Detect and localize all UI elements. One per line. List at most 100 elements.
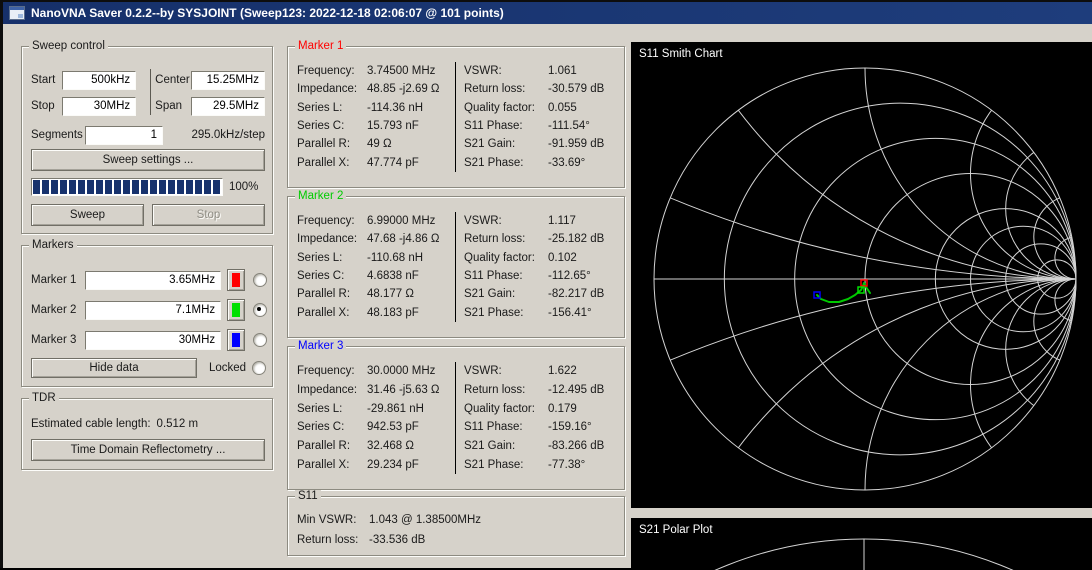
detail-label: Parallel X:: [297, 307, 367, 319]
marker1-frequency-input[interactable]: [85, 271, 221, 290]
detail-label: Parallel R:: [297, 288, 367, 300]
segments-input[interactable]: [85, 126, 163, 145]
marker1-color-button[interactable]: [227, 269, 245, 291]
detail-label: S11 Phase:: [464, 120, 548, 132]
center-input[interactable]: [191, 71, 265, 90]
marker1-select-radio[interactable]: [253, 273, 267, 287]
marker2-label: Marker 2: [31, 304, 85, 316]
marker3-select-radio[interactable]: [253, 333, 267, 347]
detail-value: 0.179: [548, 403, 577, 415]
detail-row: Series L:-110.68 nH: [297, 249, 455, 267]
marker3-color-swatch: [232, 333, 240, 347]
cable-length-label: Estimated cable length:: [31, 418, 151, 430]
s11-summary-title: S11: [295, 490, 321, 502]
stop-input[interactable]: [62, 97, 136, 116]
detail-row: Series C:4.6838 nF: [297, 267, 455, 285]
span-input[interactable]: [191, 97, 265, 116]
marker2-detail-title: Marker 2: [295, 190, 346, 202]
marker3-label: Marker 3: [31, 334, 85, 346]
detail-value: 942.53 pF: [367, 421, 419, 433]
segments-label: Segments: [31, 129, 85, 141]
smith-chart-title: S11 Smith Chart: [639, 48, 723, 60]
detail-value: -77.38°: [548, 459, 585, 471]
detail-label: Series L:: [297, 403, 367, 415]
detail-value: 48.183 pF: [367, 307, 419, 319]
locked-checkbox[interactable]: [252, 361, 266, 375]
sweep-settings-button[interactable]: Sweep settings ...: [31, 149, 265, 171]
marker2-detail-right-column: VSWR:1.117Return loss:-25.182 dBQuality …: [455, 212, 624, 322]
detail-label: Impedance:: [297, 384, 367, 396]
detail-row: Return loss:-12.495 dB: [464, 381, 624, 400]
detail-row: Quality factor:0.055: [464, 99, 624, 117]
polar-plot-title: S21 Polar Plot: [639, 524, 713, 536]
detail-label: Parallel R:: [297, 440, 367, 452]
detail-label: Return loss:: [464, 233, 548, 245]
stop-label: Stop: [31, 100, 62, 112]
detail-label: S21 Gain:: [464, 440, 548, 452]
marker3-detail-left-column: Frequency:30.0000 MHzImpedance:31.46 -j5…: [297, 362, 455, 474]
marker3-frequency-input[interactable]: [85, 331, 221, 350]
detail-value: 30.0000 MHz: [367, 365, 435, 377]
detail-row: S21 Gain:-82.217 dB: [464, 285, 624, 303]
detail-value: -91.959 dB: [548, 138, 604, 150]
detail-row: Series L:-114.36 nH: [297, 99, 455, 117]
s11-return-loss-value: -33.536 dB: [369, 534, 425, 546]
tdr-group: TDR Estimated cable length: 0.512 m Time…: [21, 398, 273, 470]
detail-row: VSWR:1.622: [464, 362, 624, 381]
min-vswr-label: Min VSWR:: [297, 514, 369, 526]
marker2-frequency-input[interactable]: [85, 301, 221, 320]
detail-row: Impedance:47.68 -j4.86 Ω: [297, 230, 455, 248]
smith-chart-canvas[interactable]: [631, 42, 1092, 508]
stop-button[interactable]: Stop: [152, 204, 265, 226]
tdr-button[interactable]: Time Domain Reflectometry ...: [31, 439, 265, 461]
marker2-color-swatch: [232, 303, 240, 317]
sweep-control-title: Sweep control: [29, 40, 108, 52]
center-label: Center: [155, 74, 191, 86]
marker2-color-button[interactable]: [227, 299, 245, 321]
detail-row: Impedance:31.46 -j5.63 Ω: [297, 381, 455, 400]
marker3-detail-group: Marker 3 Frequency:30.0000 MHzImpedance:…: [287, 346, 625, 490]
detail-row: Quality factor:0.102: [464, 249, 624, 267]
detail-value: 6.99000 MHz: [367, 215, 435, 227]
marker3-detail-right-column: VSWR:1.622Return loss:-12.495 dB Quality …: [455, 362, 624, 474]
detail-value: 49 Ω: [367, 138, 392, 150]
locked-label: Locked: [209, 362, 246, 374]
marker3-color-button[interactable]: [227, 329, 245, 351]
detail-label: S11 Phase:: [464, 421, 548, 433]
detail-label: Impedance:: [297, 83, 367, 95]
detail-row: Parallel X:29.234 pF: [297, 455, 455, 474]
start-input[interactable]: [62, 71, 136, 90]
detail-value: -110.68 nH: [367, 252, 423, 264]
detail-label: VSWR:: [464, 365, 548, 377]
hide-data-button[interactable]: Hide data: [31, 358, 197, 378]
detail-row: S11 Phase:-159.16°: [464, 418, 624, 437]
detail-value: -25.182 dB: [548, 233, 604, 245]
detail-label: S21 Gain:: [464, 138, 548, 150]
sweep-button[interactable]: Sweep: [31, 204, 144, 226]
detail-value: -29.861 nH: [367, 403, 424, 415]
detail-label: Series C:: [297, 120, 367, 132]
detail-value: -82.217 dB: [548, 288, 604, 300]
detail-value: -12.495 dB: [548, 384, 604, 396]
sweep-progress-fill: [33, 180, 221, 194]
detail-label: S21 Phase:: [464, 157, 548, 169]
detail-label: Series L:: [297, 102, 367, 114]
detail-label: S11 Phase:: [464, 270, 548, 282]
detail-label: Quality factor:: [464, 252, 548, 264]
marker2-select-radio[interactable]: [253, 303, 267, 317]
detail-value: -83.266 dB: [548, 440, 604, 452]
detail-label: S21 Phase:: [464, 307, 548, 319]
detail-value: -159.16°: [548, 421, 592, 433]
detail-row: Return loss:-30.579 dB: [464, 80, 624, 98]
s11-smith-chart[interactable]: S11 Smith Chart: [631, 42, 1092, 508]
title-bar[interactable]: NanoVNA Saver 0.2.2--by SYSJOINT (Sweep1…: [3, 2, 1092, 24]
detail-value: 4.6838 nF: [367, 270, 419, 282]
app-icon[interactable]: [9, 6, 25, 20]
s21-polar-plot[interactable]: S21 Polar Plot: [631, 518, 1092, 570]
detail-label: Quality factor:: [464, 403, 548, 415]
start-label: Start: [31, 74, 62, 86]
min-vswr-value: 1.043 @ 1.38500MHz: [369, 514, 481, 526]
detail-row: S21 Gain:-83.266 dB: [464, 437, 624, 456]
detail-value: 31.46 -j5.63 Ω: [367, 384, 440, 396]
detail-row: S21 Gain:-91.959 dB: [464, 135, 624, 153]
